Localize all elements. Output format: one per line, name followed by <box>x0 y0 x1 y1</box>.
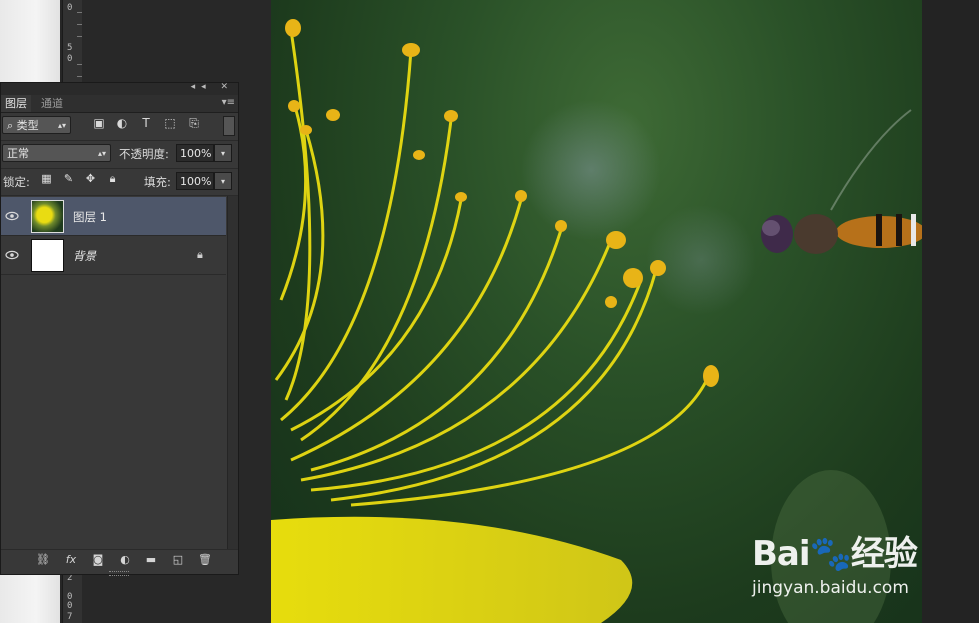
search-icon: ⌕ <box>7 119 17 132</box>
hoverfly <box>761 109 922 254</box>
opacity-label: 不透明度: <box>119 147 169 161</box>
panel-window-controls[interactable]: ◂◂ ✕ <box>191 82 234 92</box>
ruler-tick: 0 <box>67 601 73 611</box>
blend-mode-value: 正常 <box>7 147 29 160</box>
chevron-updown-icon: ▴▾ <box>97 149 106 158</box>
chevron-updown-icon: ▴▾ <box>57 121 66 130</box>
eye-icon[interactable] <box>5 248 19 262</box>
panel-title-bar[interactable]: ◂◂ ✕ <box>1 82 238 95</box>
baidu-jingyan-logo: Bai🐾经验 <box>752 534 918 574</box>
eye-icon[interactable] <box>5 209 19 223</box>
folder-icon[interactable]: ▬ <box>143 553 159 567</box>
layers-panel: ◂◂ ✕ 图层 通道 ▾≡ ⌕ 类型 ▴▾ ▣ ◐ T ⬚ ⎘ 正常 ▴▾ 不透… <box>0 82 239 576</box>
blend-mode-select[interactable]: 正常 ▴▾ <box>2 144 111 162</box>
fill-dropdown-button[interactable]: ▾ <box>214 172 232 190</box>
link-icon[interactable]: ⛓ <box>35 553 51 567</box>
shape-filter-icon[interactable]: ⬚ <box>163 116 177 130</box>
tab-layers[interactable]: 图层 <box>1 95 31 112</box>
mask-icon[interactable]: ◙ <box>90 553 106 567</box>
layers-scrollbar[interactable] <box>227 196 238 549</box>
fx-icon[interactable]: fx <box>63 553 79 567</box>
ruler-tick: 0 <box>67 3 73 13</box>
filter-kind-select[interactable]: ⌕ 类型 ▴▾ <box>2 116 71 134</box>
trash-icon[interactable]: 🗑︎ <box>197 553 213 567</box>
tab-channels[interactable]: 通道 <box>37 95 67 112</box>
panel-resize-grip[interactable] <box>109 571 129 576</box>
lock-image-pixels-icon[interactable]: ✎ <box>62 172 75 185</box>
filter-toggle-switch[interactable] <box>223 116 235 136</box>
layers-bottom-toolbar: ⛓ fx ◙ ◐ ▬ ◱ 🗑︎ <box>1 549 238 570</box>
smart-object-filter-icon[interactable]: ⎘ <box>187 116 201 130</box>
filter-kind-label: 类型 <box>16 119 39 132</box>
blend-opacity-row: 正常 ▴▾ 不透明度: 100% ▾ <box>1 141 238 167</box>
lock-all-icon[interactable]: 🔒︎ <box>106 172 119 185</box>
pixel-filter-icon[interactable]: ▣ <box>92 116 106 130</box>
watermark-url: jingyan.baidu.com <box>752 578 909 598</box>
adjustment-filter-icon[interactable]: ◐ <box>115 116 129 130</box>
lock-fill-row: 锁定: ▦ ✎ ✥ 🔒︎ 填充: 100% ▾ <box>1 169 238 195</box>
layer-thumbnail <box>31 239 64 272</box>
layer-row-layer-1[interactable]: 图层 1 <box>1 197 226 236</box>
new-layer-icon[interactable]: ◱ <box>170 553 186 567</box>
layer-name[interactable]: 图层 1 <box>73 209 107 225</box>
ruler-tick: 5 <box>67 43 73 53</box>
panel-tabs: 图层 通道 ▾≡ <box>1 95 238 113</box>
layer-name[interactable]: 背景 <box>73 248 96 264</box>
layer-thumbnail <box>31 200 64 233</box>
layer-row-background[interactable]: 背景 🔒︎ <box>1 236 226 275</box>
fill-label: 填充: <box>144 175 171 189</box>
lock-label: 锁定: <box>3 175 30 189</box>
lock-position-icon[interactable]: ✥ <box>84 172 97 185</box>
opacity-dropdown-button[interactable]: ▾ <box>214 144 232 162</box>
opacity-field[interactable]: 100% <box>176 144 214 162</box>
ruler-tick: 0 <box>67 54 73 64</box>
workspace-background-right <box>922 0 979 623</box>
adjustment-icon[interactable]: ◐ <box>117 553 133 567</box>
type-filter-icon[interactable]: T <box>139 116 153 130</box>
panel-menu-icon[interactable]: ▾≡ <box>222 97 235 108</box>
fill-field[interactable]: 100% <box>176 172 214 190</box>
layer-filter-row: ⌕ 类型 ▴▾ ▣ ◐ T ⬚ ⎘ <box>1 113 238 139</box>
ruler-tick: 7 <box>67 612 73 622</box>
lock-icon: 🔒︎ <box>197 248 203 261</box>
lock-transparent-pixels-icon[interactable]: ▦ <box>40 172 53 185</box>
